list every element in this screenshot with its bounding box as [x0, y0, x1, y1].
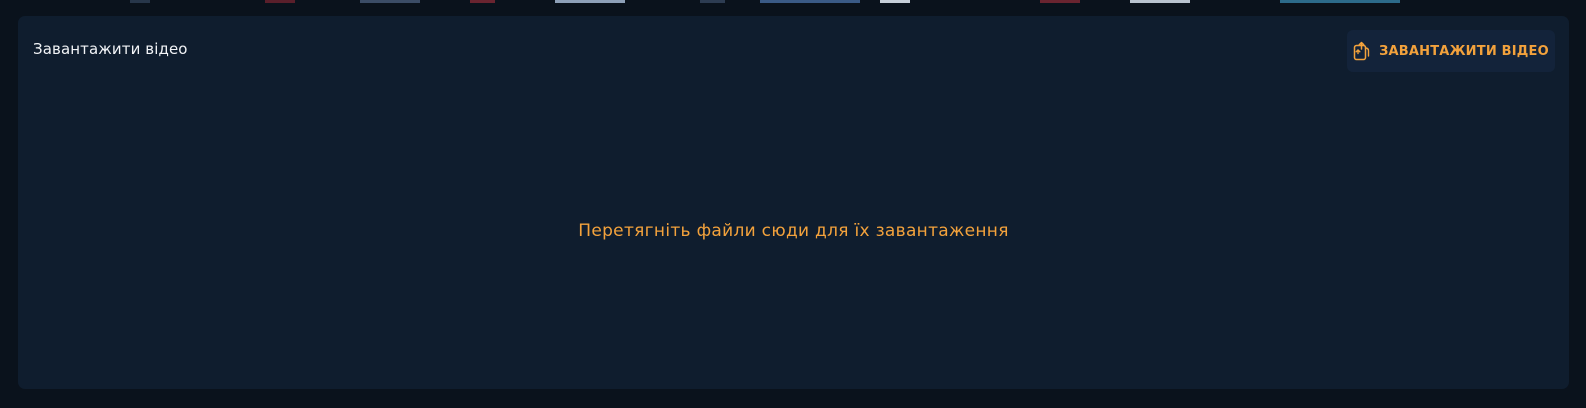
upload-video-panel: Завантажити відео ЗАВАНТАЖИТИ ВІДЕО Пере…: [18, 16, 1569, 389]
panel-title: Завантажити відео: [33, 40, 188, 58]
upload-video-button[interactable]: ЗАВАНТАЖИТИ ВІДЕО: [1347, 30, 1555, 72]
top-image-strip: [0, 0, 1586, 3]
drop-zone-hint: Перетягніть файли сюди для їх завантажен…: [578, 221, 1009, 241]
upload-button-label: ЗАВАНТАЖИТИ ВІДЕО: [1379, 43, 1549, 59]
upload-file-icon: [1353, 41, 1370, 61]
file-drop-zone[interactable]: Перетягніть файли сюди для їх завантажен…: [18, 86, 1569, 376]
